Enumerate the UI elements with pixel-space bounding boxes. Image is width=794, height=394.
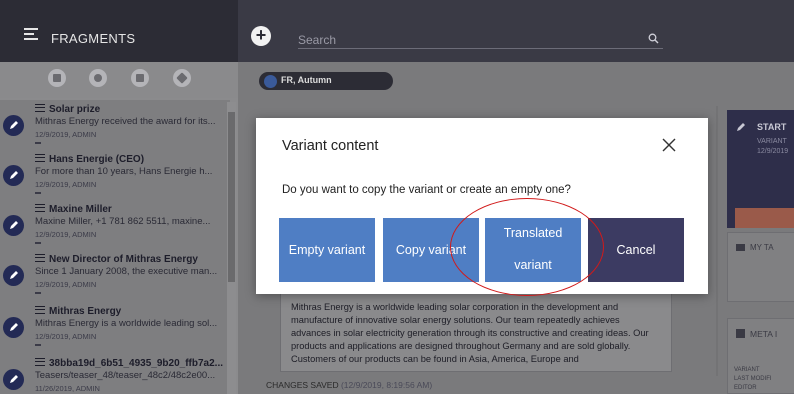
edit-icon[interactable]	[3, 215, 24, 236]
pencil-icon	[264, 75, 277, 88]
separator	[35, 142, 41, 144]
list-item[interactable]: Solar prize Mithras Energy received the …	[0, 103, 230, 153]
edit-icon[interactable]	[3, 369, 24, 390]
top-bar: FRAGMENTS +	[0, 0, 794, 62]
user-filter-icon[interactable]	[89, 69, 107, 87]
dialog-question: Do you want to copy the variant or creat…	[282, 184, 571, 196]
empty-variant-button[interactable]: Empty variant	[279, 218, 375, 282]
separator	[35, 242, 41, 244]
my-tasks-card: MY TA	[727, 232, 794, 302]
save-status-label: CHANGES SAVED	[266, 380, 339, 390]
close-icon[interactable]	[660, 136, 678, 154]
fragment-title: Maxine Miller	[35, 204, 112, 215]
meta-line: LAST MODIFI	[734, 376, 772, 382]
copy-variant-button[interactable]: Copy variant	[383, 218, 479, 282]
fragment-meta: 12/9/2019, ADMIN	[35, 280, 97, 289]
fragment-meta: 12/9/2019, ADMIN	[35, 180, 97, 189]
list-scrollbar[interactable]	[227, 102, 236, 394]
chat-icon	[736, 244, 745, 251]
cancel-button[interactable]: Cancel	[588, 218, 684, 282]
fragment-meta: 12/9/2019, ADMIN	[35, 332, 97, 341]
start-subtitle: VARIANT	[757, 138, 787, 145]
edit-icon[interactable]	[3, 165, 24, 186]
fragment-excerpt: Mithras Energy received the award for it…	[35, 116, 216, 127]
fragment-title: Hans Energie (CEO)	[35, 154, 144, 165]
workflow-start-card[interactable]: START VARIANT 12/9/2019	[727, 110, 794, 228]
fragment-meta: 12/9/2019, ADMIN	[35, 130, 97, 139]
meta-line: VARIANT	[734, 367, 760, 373]
right-panel: START VARIANT 12/9/2019 MY TA META I VAR…	[718, 62, 794, 394]
keyboard-filter-icon[interactable]	[131, 69, 149, 87]
edit-icon[interactable]	[3, 115, 24, 136]
save-status: CHANGES SAVED (12/9/2019, 8:19:56 AM)	[266, 380, 432, 390]
app-title: FRAGMENTS	[51, 31, 136, 46]
variant-tab[interactable]: FR, Autumn	[259, 72, 393, 90]
fragments-panel: Solar prize Mithras Energy received the …	[0, 62, 238, 394]
fragment-title: Solar prize	[35, 104, 100, 115]
tag-filter-icon[interactable]	[173, 69, 191, 87]
app-root: FRAGMENTS + Solar prize Mithras Energy r…	[0, 0, 794, 394]
list-item[interactable]: New Director of Mithras Energy Since 1 J…	[0, 253, 230, 303]
translated-variant-button[interactable]: Translated variant	[485, 218, 581, 282]
meta-line: EDITOR	[734, 385, 757, 391]
fragment-excerpt: Mithras Energy is a worldwide leading so…	[35, 318, 218, 329]
search-input[interactable]	[298, 33, 628, 47]
add-fragment-button[interactable]: +	[251, 26, 271, 46]
start-date: 12/9/2019	[757, 148, 789, 155]
start-workflow-button[interactable]	[735, 208, 794, 228]
edit-icon[interactable]	[3, 317, 24, 338]
document-text: Mithras Energy is a worldwide leading so…	[291, 302, 649, 364]
save-status-timestamp: (12/9/2019, 8:19:56 AM)	[340, 380, 433, 390]
meta-info-card: META I VARIANT LAST MODIFI EDITOR	[727, 318, 794, 394]
separator	[35, 292, 41, 294]
list-item[interactable]: 38bba19d_6b51_4935_9b20_ffb7a2... Teaser…	[0, 357, 230, 394]
fragment-excerpt: Since 1 January 2008, the executive man.…	[35, 266, 218, 277]
search-field[interactable]	[298, 31, 663, 49]
dialog-title: Variant content	[282, 138, 379, 154]
fragment-excerpt: Teasers/teaser_48/teaser_48c2/48c2e00...	[35, 370, 216, 381]
fragment-title: 38bba19d_6b51_4935_9b20_ffb7a2...	[35, 358, 223, 369]
list-item[interactable]: Mithras Energy Mithras Energy is a world…	[0, 305, 230, 355]
document-content[interactable]: Mithras Energy is a worldwide leading so…	[280, 292, 672, 372]
fragment-title: New Director of Mithras Energy	[35, 254, 198, 265]
hamburger-menu-icon[interactable]	[24, 28, 38, 40]
variant-content-dialog: Variant content Do you want to copy the …	[256, 118, 708, 294]
variant-label: FR, Autumn	[281, 75, 332, 85]
tasks-title: MY TA	[750, 243, 774, 252]
separator	[35, 192, 41, 194]
fragment-excerpt: For more than 10 years, Hans Energie h..…	[35, 166, 213, 177]
search-icon[interactable]	[648, 33, 659, 44]
filter-bar	[0, 62, 238, 98]
meta-title: META I	[750, 329, 778, 339]
fragment-meta: 11/26/2019, ADMIN	[35, 384, 100, 393]
edit-icon[interactable]	[3, 265, 24, 286]
fragment-meta: 12/9/2019, ADMIN	[35, 230, 97, 239]
list-item[interactable]: Hans Energie (CEO) For more than 10 year…	[0, 153, 230, 203]
fragment-list: Solar prize Mithras Energy received the …	[0, 100, 230, 394]
list-item[interactable]: Maxine Miller Maxine Miller, +1 781 862 …	[0, 203, 230, 253]
top-bar-left: FRAGMENTS	[0, 0, 238, 62]
start-title: START	[757, 122, 787, 132]
fragment-title: Mithras Energy	[35, 306, 121, 317]
separator	[35, 344, 41, 346]
pencil-icon	[735, 120, 746, 138]
info-icon	[736, 329, 745, 338]
fragment-excerpt: Maxine Miller, +1 781 862 5511, maxine..…	[35, 216, 211, 227]
calendar-filter-icon[interactable]	[48, 69, 66, 87]
